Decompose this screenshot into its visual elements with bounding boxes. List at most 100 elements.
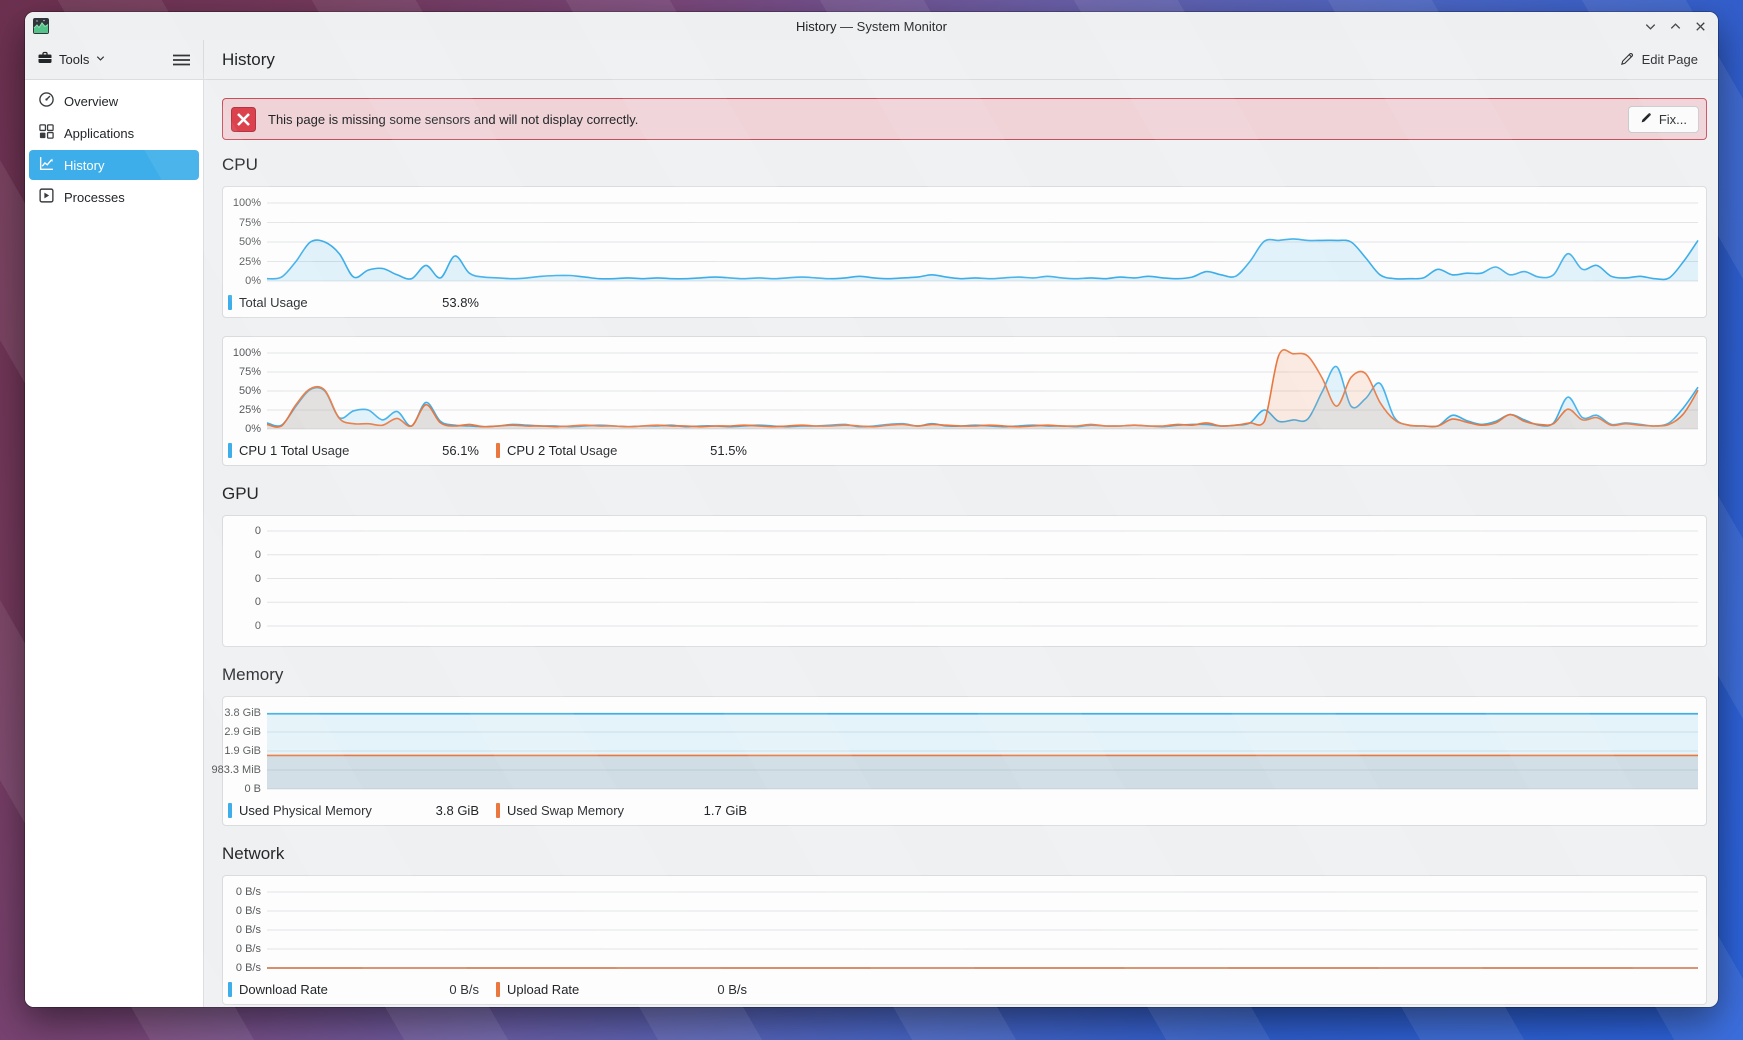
sidebar-item-label: Overview [64, 94, 118, 109]
sidebar: Overview Applications [25, 80, 204, 1007]
network-chart: 0 B/s0 B/s0 B/s0 B/s0 B/sDownload Rate0 … [222, 875, 1707, 1005]
sidebar-item-history[interactable]: History [29, 150, 199, 180]
chart-legend: Download Rate0 B/sUpload Rate0 B/s [223, 974, 1698, 1004]
axis-tick-label: 25% [239, 404, 261, 416]
memory-chart: 3.8 GiB2.9 GiB1.9 GiB983.3 MiB0 BUsed Ph… [222, 696, 1707, 826]
chart-legend: Total Usage53.8% [223, 287, 1698, 317]
legend-label: Used Physical Memory [239, 803, 436, 818]
axis-tick-label: 50% [239, 385, 261, 397]
window-title: History — System Monitor [25, 19, 1718, 34]
legend-entry: Used Swap Memory1.7 GiB [496, 803, 747, 818]
legend-color-marker [496, 803, 500, 818]
hamburger-menu-icon[interactable] [170, 50, 193, 70]
sidebar-item-overview[interactable]: Overview [29, 86, 199, 116]
legend-color-marker [228, 803, 232, 818]
section-title-cpu: CPU [222, 155, 1707, 175]
y-axis: 100%75%50%25%0% [223, 193, 267, 287]
cpu-total-usage-chart: 100%75%50%25%0%Total Usage53.8% [222, 186, 1707, 318]
tools-menu-button[interactable]: Tools [33, 46, 110, 73]
axis-tick-label: 75% [239, 366, 261, 378]
toolbar-sidebar-header: Tools [25, 40, 204, 80]
axis-tick-label: 0 [255, 525, 261, 537]
chart-legend: Used Physical Memory3.8 GiB Used Swap Mem… [223, 795, 1698, 825]
gauge-icon [38, 91, 55, 111]
axis-tick-label: 0 B/s [236, 924, 261, 936]
edit-page-label: Edit Page [1642, 52, 1698, 67]
legend-entry: CPU 1 Total Usage56.1% [228, 443, 479, 458]
y-axis: 0 0 0 0 0 [223, 522, 267, 636]
toolbar: Tools History [25, 40, 1718, 80]
legend-value: 1.7 GiB [704, 803, 747, 818]
axis-tick-label: 0 B/s [236, 943, 261, 955]
axis-tick-label: 0 [255, 620, 261, 632]
legend-value: 0 B/s [717, 982, 747, 997]
edit-page-button[interactable]: Edit Page [1614, 47, 1704, 73]
legend-color-marker [228, 982, 232, 997]
legend-value: 53.8% [442, 295, 479, 310]
minimize-icon[interactable] [1642, 18, 1658, 34]
y-axis: 3.8 GiB2.9 GiB1.9 GiB983.3 MiB0 B [223, 703, 267, 795]
legend-entry: CPU 2 Total Usage51.5% [496, 443, 747, 458]
axis-tick-label: 100% [233, 197, 261, 209]
axis-tick-label: 0 [255, 596, 261, 608]
legend-label: Used Swap Memory [507, 803, 704, 818]
banner-message: This page is missing some sensors and wi… [268, 112, 638, 127]
line-chart-icon [38, 155, 55, 175]
window-controls [1642, 12, 1708, 40]
sidebar-item-label: Applications [64, 126, 134, 141]
legend-entry: Used Physical Memory3.8 GiB [228, 803, 479, 818]
legend-label: Upload Rate [507, 982, 717, 997]
axis-tick-label: 50% [239, 236, 261, 248]
y-axis: 100% 75% 50% 25% 0% [223, 343, 267, 435]
error-icon [231, 107, 256, 132]
legend-label: Total Usage [239, 295, 442, 310]
axis-tick-label: 0% [245, 275, 261, 287]
cpu-per-core-chart: 100% 75% 50% 25% 0% CPU 1 Total Usage56.1% CPU… [222, 336, 1707, 466]
legend-value: 51.5% [710, 443, 747, 458]
plot-area [267, 703, 1698, 795]
legend-entry: Total Usage53.8% [228, 295, 479, 310]
axis-tick-label: 0 B/s [236, 962, 261, 974]
axis-tick-label: 0 B [244, 783, 261, 795]
section-title-network: Network [222, 844, 1707, 864]
pencil-icon [1640, 111, 1653, 127]
fix-button[interactable]: Fix... [1628, 106, 1699, 133]
legend-value: 3.8 GiB [436, 803, 479, 818]
system-monitor-app-icon [33, 18, 49, 34]
chart-legend: CPU 1 Total Usage56.1%CPU 2 Total Usage5… [223, 435, 1698, 465]
maximize-icon[interactable] [1667, 18, 1683, 34]
axis-tick-label: 0 B/s [236, 886, 261, 898]
system-monitor-window: History — System Monitor [25, 12, 1718, 1007]
axis-tick-label: 0 [255, 549, 261, 561]
sidebar-item-label: History [64, 158, 104, 173]
briefcase-icon [37, 50, 53, 69]
section-title-memory: Memory [222, 665, 1707, 685]
pencil-icon [1620, 51, 1635, 69]
axis-tick-label: 0% [245, 423, 261, 435]
main-content: This page is missing some sensors and wi… [204, 80, 1718, 1007]
legend-label: CPU 2 Total Usage [507, 443, 710, 458]
legend-value: 56.1% [442, 443, 479, 458]
desktop-wallpaper: History — System Monitor [0, 0, 1743, 1040]
titlebar[interactable]: History — System Monitor [25, 12, 1718, 40]
page-header: History Edit Page [204, 40, 1718, 80]
axis-tick-label: 75% [239, 217, 261, 229]
grid-icon [38, 123, 55, 143]
axis-tick-label: 100% [233, 347, 261, 359]
legend-entry: Upload Rate0 B/s [496, 982, 747, 997]
axis-tick-label: 0 [255, 573, 261, 585]
section-title-gpu: GPU [222, 484, 1707, 504]
legend-color-marker [496, 443, 500, 458]
fix-label: Fix... [1659, 112, 1687, 127]
process-icon [38, 187, 55, 207]
legend-color-marker [228, 443, 232, 458]
sidebar-item-processes[interactable]: Processes [29, 182, 199, 212]
axis-tick-label: 1.9 GiB [224, 745, 261, 757]
close-icon[interactable] [1692, 18, 1708, 34]
sidebar-item-applications[interactable]: Applications [29, 118, 199, 148]
legend-color-marker [228, 295, 232, 310]
tools-label: Tools [59, 52, 89, 67]
page-title: History [222, 50, 275, 70]
plot-area [267, 343, 1698, 435]
plot-area [267, 193, 1698, 287]
